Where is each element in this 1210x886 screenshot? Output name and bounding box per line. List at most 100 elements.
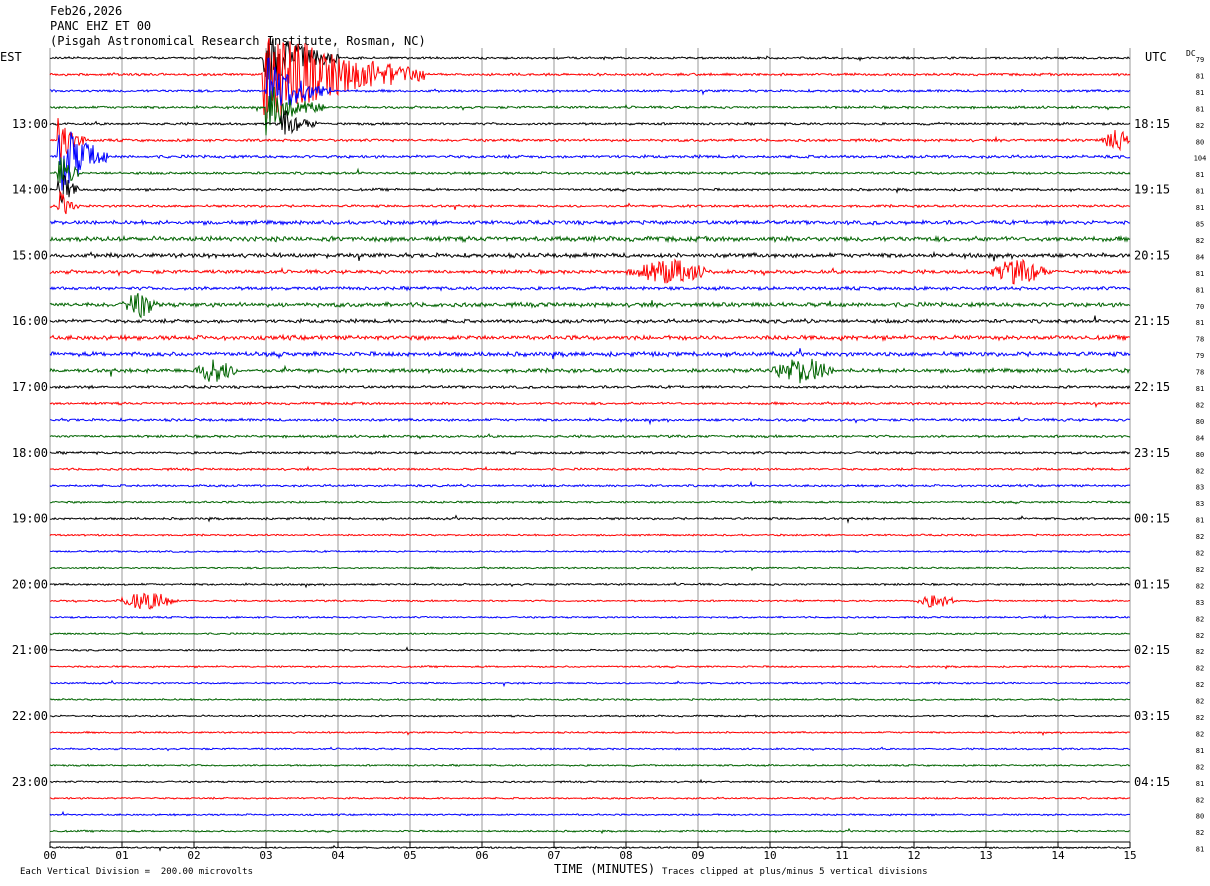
trace-row-32	[49, 581, 1131, 589]
x-tick-label: 12	[907, 849, 920, 862]
x-tick-label: 09	[691, 849, 704, 862]
x-tick-label: 13	[979, 849, 992, 862]
trace-row-37	[49, 664, 1131, 670]
trace-row-30	[49, 549, 1131, 554]
trace-row-47	[49, 827, 1130, 835]
right-hour-label: 03:15	[1134, 709, 1170, 723]
dc-value: 82	[1196, 632, 1204, 640]
dc-value: 104	[1194, 155, 1207, 163]
dc-value: 82	[1196, 829, 1204, 837]
trace-row-45	[49, 796, 1131, 800]
trace-row-48	[49, 844, 1131, 852]
dc-value: 81	[1196, 286, 1204, 294]
left-hour-label: 15:00	[12, 248, 48, 262]
trace-row-16	[49, 315, 1131, 325]
x-tick-label: 03	[259, 849, 272, 862]
dc-value: 82	[1196, 582, 1204, 590]
trace-row-44	[49, 778, 1131, 784]
x-tick-label: 06	[475, 849, 488, 862]
left-hour-label: 16:00	[12, 314, 48, 328]
dc-value: 82	[1196, 665, 1204, 673]
dc-value: 82	[1196, 730, 1204, 738]
trace-row-18	[49, 348, 1131, 360]
trace-row-29	[49, 533, 1131, 537]
seismogram-plot: 00 01 02 03 04 05 06 07 08 09 10 11 12 13 14 15 79 81 81 81…	[12, 38, 1207, 862]
dc-value: 81	[1196, 105, 1204, 113]
dc-value: 82	[1196, 122, 1204, 130]
dc-value: 84	[1196, 434, 1204, 442]
dc-value: 80	[1196, 418, 1204, 426]
trace-row-20	[49, 384, 1131, 390]
trace-row-12	[49, 250, 1131, 262]
trace-row-17	[49, 333, 1130, 342]
dc-value: 81	[1196, 780, 1204, 788]
trace-row-11	[49, 234, 1131, 244]
trace-row-24	[49, 450, 1131, 456]
trace-row-38	[49, 679, 1131, 688]
trace-row-35	[49, 631, 1130, 636]
dc-value: 82	[1196, 698, 1204, 706]
x-axis-title: TIME (MINUTES)	[554, 862, 656, 876]
trace-row-46	[49, 810, 1131, 817]
dc-value: 80	[1196, 451, 1204, 459]
dc-value: 81	[1196, 319, 1204, 327]
trace-row-15	[49, 293, 1131, 319]
dc-value: 80	[1196, 813, 1204, 821]
trace-row-9	[49, 190, 1131, 215]
dc-value: 82	[1196, 401, 1204, 409]
trace-row-14	[49, 285, 1131, 292]
trace-row-21	[49, 400, 1131, 409]
trace-row-8	[49, 174, 1131, 204]
dc-value: 81	[1196, 517, 1204, 525]
trace-row-33	[49, 592, 1130, 610]
right-hour-label: 19:15	[1134, 183, 1170, 197]
dc-value: 81	[1196, 89, 1204, 97]
x-tick-label: 10	[763, 849, 776, 862]
x-tick-label: 15	[1123, 849, 1136, 862]
trace-row-26	[49, 480, 1131, 488]
dc-value: 81	[1196, 204, 1204, 212]
x-tick-label: 11	[835, 849, 848, 862]
trace-row-10	[50, 218, 1130, 227]
dc-value: 80	[1196, 138, 1204, 146]
dc-value: 82	[1196, 237, 1204, 245]
left-hour-label: 18:00	[12, 446, 48, 460]
x-tick-label: 00	[43, 849, 56, 862]
left-hour-label: 22:00	[12, 709, 48, 723]
left-hour-label: 19:00	[12, 512, 48, 526]
dc-value: 81	[1196, 385, 1204, 393]
left-hour-label: 23:00	[12, 775, 48, 789]
trace-row-39	[49, 697, 1131, 702]
trace-row-2	[49, 57, 1131, 123]
left-hour-label: 14:00	[12, 183, 48, 197]
x-tick-label: 04	[331, 849, 345, 862]
right-hour-label: 02:15	[1134, 643, 1170, 657]
x-tick-label: 05	[403, 849, 416, 862]
x-tick-label: 02	[187, 849, 200, 862]
dc-value: 82	[1196, 615, 1204, 623]
right-hour-label: 20:15	[1134, 248, 1170, 262]
x-tick-label: 01	[115, 849, 128, 862]
right-hour-label: 04:15	[1134, 775, 1170, 789]
left-hour-label: 13:00	[12, 117, 48, 131]
right-hour-label: 18:15	[1134, 117, 1170, 131]
dc-value: 83	[1196, 484, 1204, 492]
trace-row-0	[49, 38, 1131, 86]
trace-row-28	[49, 514, 1131, 524]
dc-value: 81	[1196, 270, 1204, 278]
trace-row-43	[49, 763, 1131, 768]
clip-note: Traces clipped at plus/minus 5 vertical …	[662, 867, 928, 877]
trace-row-41	[49, 730, 1131, 737]
dc-value: 83	[1196, 500, 1204, 508]
trace-row-7	[49, 157, 1131, 184]
dc-value: 70	[1196, 303, 1204, 311]
dc-value: 82	[1196, 796, 1204, 804]
dc-value: 84	[1196, 253, 1204, 261]
dc-value: 79	[1196, 56, 1204, 64]
trace-row-42	[49, 746, 1131, 752]
dc-value: 78	[1196, 336, 1204, 344]
trace-row-19	[49, 358, 1131, 384]
dc-value: 82	[1196, 714, 1204, 722]
dc-value: 85	[1196, 221, 1204, 229]
dc-value: 81	[1196, 846, 1204, 854]
